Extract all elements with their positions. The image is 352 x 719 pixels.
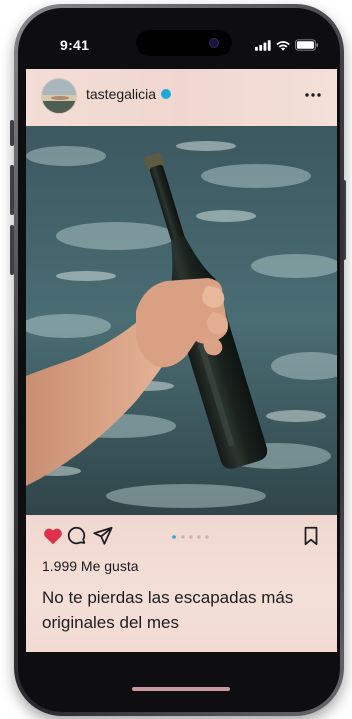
instagram-post: tastegalicia 1.999 Me gusta No te pierda…	[26, 69, 337, 652]
bottle-in-sea-image	[26, 126, 337, 515]
post-username[interactable]: tastegalicia	[86, 86, 172, 102]
post-image[interactable]	[26, 126, 337, 515]
home-indicator[interactable]	[132, 687, 230, 691]
camera-icon	[210, 39, 218, 47]
avatar-image	[42, 79, 76, 113]
carousel-dots-icon	[172, 535, 209, 539]
post-footer: 1.999 Me gusta No te pierdas las escapad…	[26, 515, 337, 652]
post-actions	[42, 525, 322, 547]
status-icons	[255, 38, 319, 52]
status-time: 9:41	[60, 37, 90, 53]
more-icon[interactable]	[305, 93, 321, 97]
wifi-icon	[276, 40, 290, 51]
likes-count[interactable]: 1.999 Me gusta	[42, 558, 139, 574]
battery-icon	[295, 39, 319, 51]
signal-icon	[255, 39, 271, 51]
dynamic-island	[136, 30, 232, 56]
post-caption: No te pierdas las escapadas más original…	[42, 588, 294, 632]
share-icon[interactable]	[92, 525, 114, 547]
phone-mockup: 9:41 tastegalicia 1.999 Me gusta No te p…	[0, 0, 352, 719]
heart-icon[interactable]	[42, 525, 64, 547]
post-header: tastegalicia	[26, 69, 337, 126]
verified-badge-icon	[161, 89, 172, 99]
avatar[interactable]	[42, 79, 76, 113]
username-text: tastegalicia	[86, 86, 157, 102]
comment-icon[interactable]	[66, 525, 88, 547]
bookmark-icon[interactable]	[300, 525, 322, 547]
